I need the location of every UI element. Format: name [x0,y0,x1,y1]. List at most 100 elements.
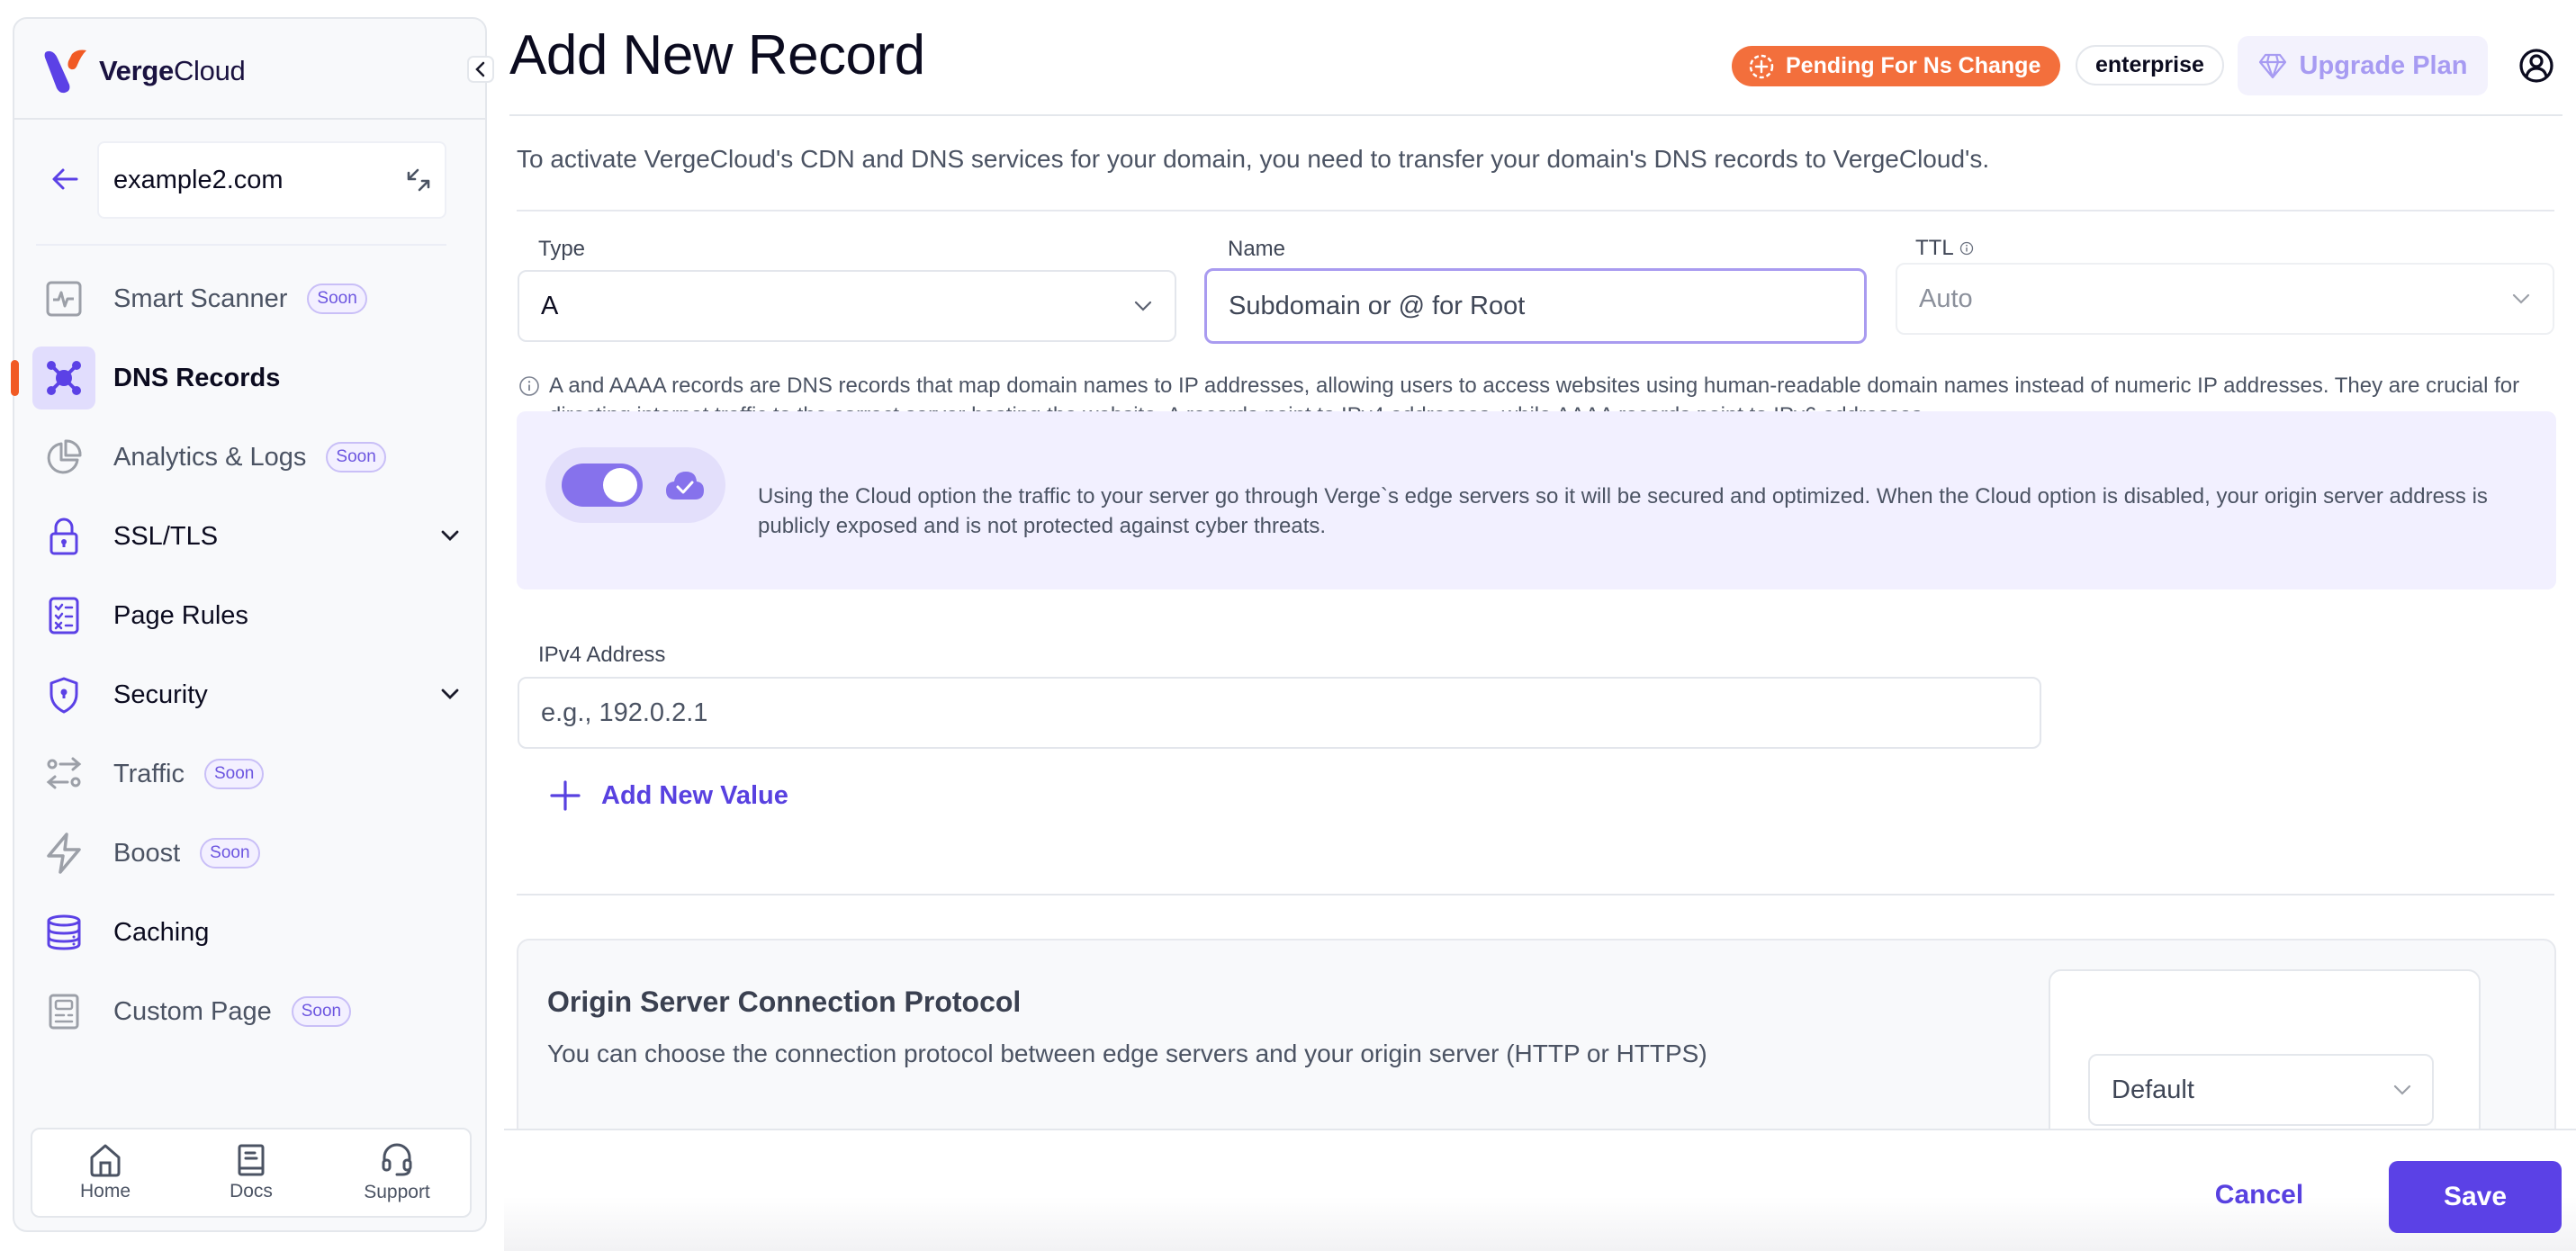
type-select[interactable]: A [518,270,1176,342]
status-badge[interactable]: Pending For Ns Change [1732,46,2061,86]
user-circle-icon [2519,49,2553,83]
bottom-nav-label: Support [364,1182,430,1202]
bottom-nav-home[interactable]: Home [42,1143,168,1202]
pie-chart-icon [47,439,82,474]
sidebar-item-label: Traffic [113,759,185,788]
sidebar-item-caching[interactable]: Caching [32,901,473,964]
soon-badge: Soon [200,838,260,868]
plan-badge: enterprise [2076,45,2224,86]
origin-protocol-description: You can choose the connection protocol b… [547,1040,1707,1067]
sidebar-item-label: Caching [113,917,210,947]
sidebar-item-label: Analytics & Logs [113,442,307,472]
ipv4-input[interactable] [541,698,2018,728]
upgrade-plan-button[interactable]: Upgrade Plan [2238,36,2488,95]
soon-badge: Soon [307,284,367,314]
home-icon [90,1144,121,1177]
chevron-down-icon [2393,1084,2411,1095]
sidebar-item-custom-page[interactable]: Custom Page Soon [32,980,473,1043]
back-button[interactable] [47,161,83,197]
toggle-knob [603,468,637,502]
upgrade-plan-label: Upgrade Plan [2299,50,2468,80]
switch-arrows-icon [407,168,430,192]
book-icon [238,1144,265,1176]
toggle-switch[interactable] [562,464,643,507]
type-label: Type [538,237,586,261]
diamond-icon [2258,53,2286,79]
save-button[interactable]: Save [2389,1161,2562,1233]
sidebar-item-page-rules[interactable]: Page Rules [32,584,473,647]
brand-logo[interactable]: VergeCloud [41,44,246,98]
sidebar-item-label: Security [113,680,208,709]
chevron-down-icon [2512,293,2530,304]
bottom-nav-label: Docs [230,1181,273,1202]
active-nav-indicator [11,360,19,396]
sidebar-item-traffic[interactable]: Traffic Soon [32,742,473,806]
chevron-down-icon[interactable] [439,683,461,705]
sidebar-item-label: Smart Scanner [113,284,288,313]
cancel-button[interactable]: Cancel [2196,1161,2322,1229]
network-icon [47,361,81,395]
add-new-value-label: Add New Value [601,780,788,810]
ttl-select-value: Auto [1919,284,1973,313]
cloud-proxy-toggle[interactable] [545,447,725,523]
domain-switcher[interactable]: example2.com [97,141,446,219]
protocol-select-value: Default [2112,1075,2194,1104]
ttl-label: TTL [1915,236,1954,260]
ipv4-label: IPv4 Address [538,643,666,667]
user-account-button[interactable] [2516,45,2557,86]
sidebar-item-label: SSL/TLS [113,521,219,551]
cloud-proxy-banner: Using the Cloud option the traffic to yo… [517,411,2556,590]
current-domain: example2.com [113,165,284,194]
soon-badge: Soon [291,996,352,1027]
section-divider [517,210,2554,212]
bottom-nav-docs[interactable]: Docs [188,1143,314,1202]
type-select-value: A [541,291,559,320]
headset-icon [382,1143,412,1176]
origin-protocol-title: Origin Server Connection Protocol [547,986,1022,1018]
sidebar-item-security[interactable]: Security [32,663,473,726]
sidebar-item-dns-records[interactable]: DNS Records [32,346,473,410]
shield-icon [50,677,78,714]
name-label: Name [1228,237,1286,261]
sidebar-item-label: Page Rules [113,600,248,630]
ttl-select[interactable]: Auto [1896,263,2554,335]
lock-icon [50,518,78,555]
dashed-plus-circle-icon [1749,54,1774,78]
add-new-value-button[interactable]: Add New Value [549,779,788,812]
page-title: Add New Record [509,24,925,86]
section-divider [517,894,2554,896]
header-divider [509,114,2562,116]
sidebar-item-analytics-logs[interactable]: Analytics & Logs Soon [32,426,473,489]
status-badge-label: Pending For Ns Change [1786,53,2041,78]
sidebar-divider [14,118,485,120]
lightning-icon [47,832,81,874]
vergecloud-logo-icon [44,50,86,94]
sidebar-item-label: Custom Page [113,996,272,1026]
brand-name: VergeCloud [99,55,246,87]
intro-text: To activate VergeCloud's CDN and DNS ser… [517,145,1990,173]
sidebar: VergeCloud example2.com Smart Scanner So… [11,17,494,1232]
brand-name-light: Cloud [173,55,246,86]
brand-name-bold: Verge [99,55,174,86]
soon-badge: Soon [326,442,386,472]
name-input[interactable] [1229,291,1842,321]
sidebar-item-label: Boost [113,838,181,868]
chevron-down-icon[interactable] [439,525,461,546]
collapse-sidebar-button[interactable] [467,56,494,83]
sidebar-divider [36,244,446,246]
info-icon[interactable] [1959,241,1974,256]
sidebar-bottom-nav: Home Docs Support [31,1128,472,1218]
sidebar-item-label: DNS Records [113,363,281,392]
sidebar-item-smart-scanner[interactable]: Smart Scanner Soon [32,267,473,330]
chevron-down-icon [1134,301,1152,311]
protocol-select[interactable]: Default [2088,1054,2434,1126]
bottom-nav-support[interactable]: Support [334,1142,460,1203]
sidebar-item-ssl-tls[interactable]: SSL/TLS [32,505,473,568]
arrow-left-icon [52,168,78,190]
pulse-icon [46,281,82,317]
name-field-wrapper [1204,268,1867,344]
cloud-check-icon [666,472,704,500]
soon-badge: Soon [203,759,265,789]
traffic-icon [46,757,82,789]
sidebar-item-boost[interactable]: Boost Soon [32,822,473,885]
